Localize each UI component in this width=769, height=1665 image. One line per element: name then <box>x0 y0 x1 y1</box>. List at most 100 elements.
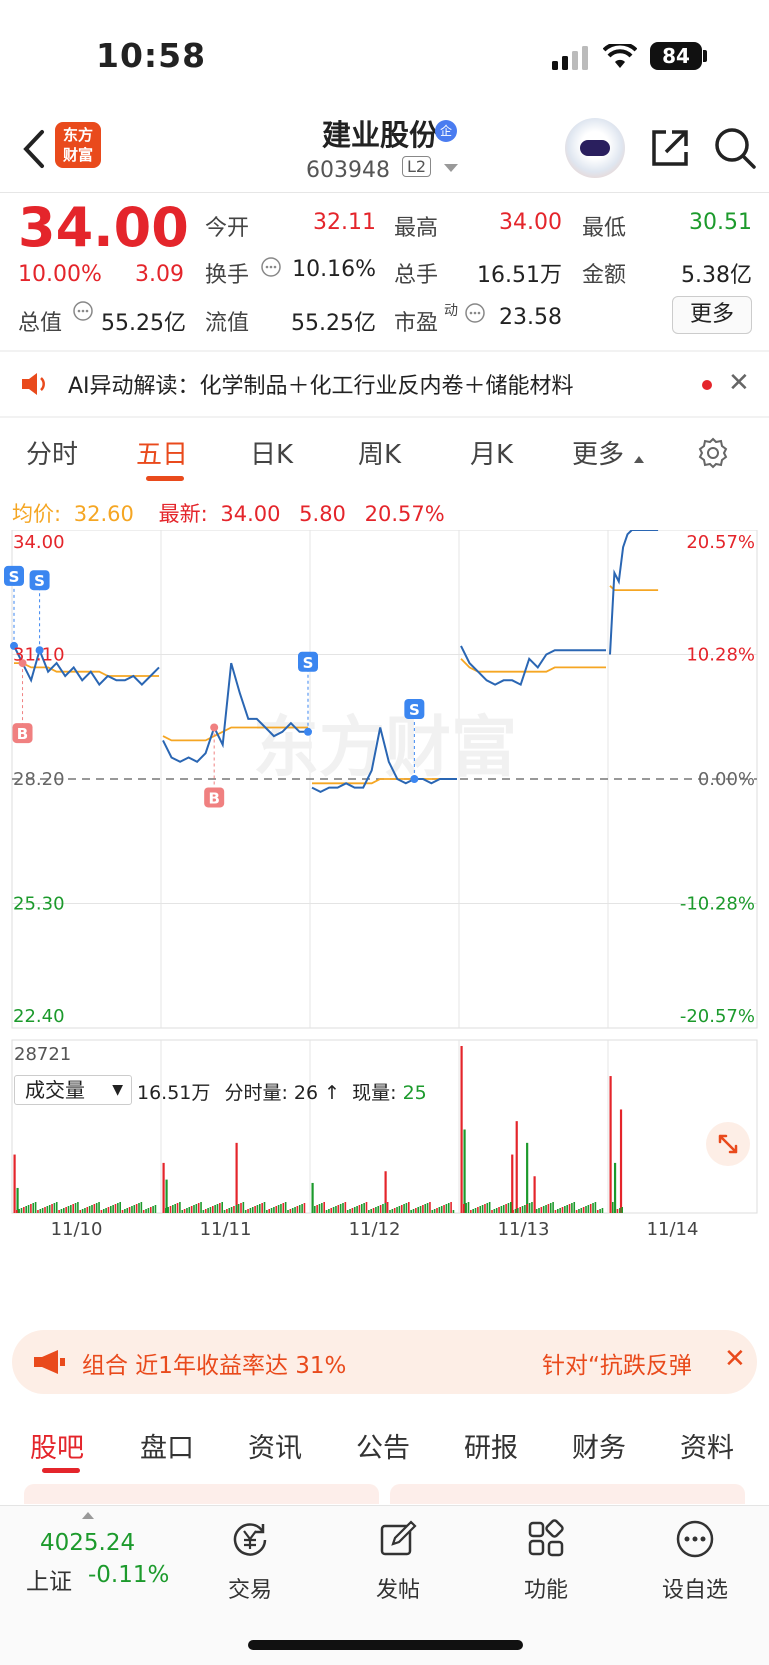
minute-volume-value: 26 <box>293 1082 319 1104</box>
tab-forum[interactable]: 股吧 <box>30 1426 84 1465</box>
settings-gear-icon[interactable] <box>696 436 730 470</box>
promo-banner[interactable]: 组合 近1年收益率达 31% 针对“抗跌反弹 ✕ <box>12 1330 757 1394</box>
stock-code[interactable]: 603948 <box>306 158 390 183</box>
tab-research[interactable]: 研报 <box>464 1426 518 1465</box>
volume-bar <box>519 1207 521 1213</box>
marker-dot <box>304 727 312 736</box>
volume-bar <box>440 1206 443 1213</box>
volume-bar <box>237 1204 240 1213</box>
functions-button[interactable]: 功能 <box>506 1518 586 1604</box>
volume-bar <box>138 1203 140 1213</box>
tab-weekly-k[interactable]: 周K <box>358 434 401 471</box>
trade-button[interactable]: 交易 <box>210 1518 290 1604</box>
post-button[interactable]: 发帖 <box>358 1518 438 1604</box>
caret-up-icon[interactable] <box>82 1512 94 1519</box>
app-logo[interactable]: 东方 财富 <box>55 122 101 168</box>
volume-bar <box>452 1210 455 1213</box>
volume-bar <box>280 1204 282 1213</box>
avg-value: 32.60 <box>73 502 134 526</box>
search-icon[interactable] <box>713 126 757 170</box>
volume-bar <box>582 1207 585 1213</box>
volume-bar <box>162 1162 165 1213</box>
low-value: 30.51 <box>689 210 752 235</box>
volume-bar <box>284 1202 287 1213</box>
volume-bar <box>589 1204 592 1213</box>
info-icon[interactable] <box>464 302 486 324</box>
volume-bar <box>495 1208 498 1213</box>
volume-bar <box>412 1209 415 1213</box>
tab-orderbook[interactable]: 盘口 <box>140 1426 194 1465</box>
volume-bar <box>465 1203 467 1213</box>
latest-change: 5.80 <box>299 502 346 526</box>
volume-bar <box>244 1210 247 1213</box>
volume-bar <box>538 1208 540 1213</box>
five-day-chart[interactable]: 东方财富 S SBBSS 34.00 20.57%31.10 10.28%28.20 0… <box>0 530 769 1300</box>
close-icon[interactable]: ✕ <box>724 1344 746 1374</box>
volume-bar <box>349 1209 351 1213</box>
volume-label: 总手 <box>394 263 439 288</box>
volume-bar <box>524 1205 526 1213</box>
volume-bar <box>424 1204 427 1213</box>
tab-announcements[interactable]: 公告 <box>356 1426 410 1465</box>
volume-bar <box>95 1203 98 1213</box>
add-watchlist-button[interactable]: 设自选 <box>655 1518 735 1604</box>
volume-bar <box>117 1203 119 1213</box>
pe-label: 市盈 <box>394 311 439 336</box>
back-icon[interactable] <box>16 124 56 174</box>
minute-volume-label: 分时量: <box>224 1082 288 1104</box>
share-icon[interactable] <box>648 126 692 170</box>
volume-bar <box>119 1202 121 1213</box>
volume-bar <box>436 1208 438 1213</box>
volume-bar <box>554 1210 557 1213</box>
volume-bar <box>242 1202 245 1213</box>
volume-bar <box>140 1202 143 1213</box>
volume-bar <box>88 1206 91 1213</box>
more-quote-button[interactable]: 更多 <box>672 296 752 334</box>
fullscreen-button[interactable] <box>706 1122 750 1166</box>
volume-bar <box>318 1204 321 1213</box>
volume-bar <box>81 1209 84 1213</box>
tab-financials[interactable]: 财务 <box>572 1426 626 1465</box>
volume-bar <box>386 1202 389 1213</box>
indicator-select[interactable]: 成交量 ▼ <box>14 1075 132 1105</box>
index-value[interactable]: 4025.24 <box>40 1530 135 1556</box>
volume-bar <box>396 1207 398 1213</box>
chevron-down-icon[interactable] <box>444 164 458 172</box>
tab-daily-k[interactable]: 日K <box>250 434 293 471</box>
volume-bar <box>16 1187 19 1213</box>
megaphone-icon <box>34 1350 65 1374</box>
volume-bar <box>542 1206 545 1213</box>
tab-profile[interactable]: 资料 <box>680 1426 734 1465</box>
ticker-text: AI异动解读：化学制品＋化工行业反内卷＋储能材料 <box>68 374 574 399</box>
news-ticker[interactable]: AI异动解读：化学制品＋化工行业反内卷＋储能材料 ✕ <box>0 352 769 416</box>
robot-face-icon <box>580 140 610 156</box>
price-tick-label: 34.00 <box>13 532 65 553</box>
volume-bar <box>561 1207 564 1213</box>
volume-bar <box>515 1121 518 1213</box>
volume-bar <box>183 1209 186 1213</box>
volume-bar <box>389 1210 391 1213</box>
volume-bar <box>533 1210 536 1213</box>
volume-bar <box>291 1208 294 1213</box>
volume-bar <box>587 1205 590 1213</box>
tab-intraday[interactable]: 分时 <box>26 434 78 471</box>
volume-bar <box>107 1207 110 1213</box>
volume-bar <box>98 1202 100 1213</box>
turnover-label: 换手 <box>205 263 250 288</box>
volume-bar <box>344 1202 347 1213</box>
tab-news[interactable]: 资讯 <box>248 1426 302 1465</box>
tab-monthly-k[interactable]: 月K <box>470 434 513 471</box>
percent-tick-label: -20.57% <box>680 1006 755 1027</box>
volume-bar <box>616 1209 619 1213</box>
close-icon[interactable]: ✕ <box>728 368 750 398</box>
tab-more[interactable]: 更多 <box>572 434 624 471</box>
info-icon[interactable] <box>260 256 282 278</box>
tab-five-day[interactable]: 五日 <box>136 434 188 471</box>
dropdown-icon: ▼ <box>112 1082 123 1098</box>
volume-bar <box>415 1208 417 1213</box>
divider <box>0 192 769 193</box>
volume-bar <box>79 1210 82 1213</box>
volume-bar <box>53 1203 56 1213</box>
volume-bar <box>596 1210 599 1213</box>
marker-label: S <box>303 654 314 672</box>
